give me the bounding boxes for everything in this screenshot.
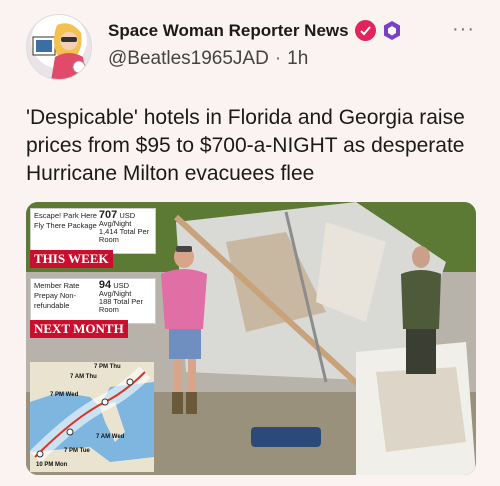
author-name[interactable]: Space Woman Reporter News	[108, 21, 349, 41]
map-label: 7 PM Tue	[64, 448, 90, 454]
verified-icon	[354, 20, 376, 41]
author-handle[interactable]: @Beatles1965JAD	[108, 48, 269, 70]
hurricane-track-map: 7 PM Thu 7 AM Thu 7 PM Wed 7 AM Wed 7 PM…	[30, 362, 154, 472]
rate-name: Member Rate Prepay Non-refundable	[34, 281, 80, 310]
price-panel-next-month: Member Rate Prepay Non-refundable 94 USD…	[30, 278, 156, 324]
post-text: 'Despicable' hotels in Florida and Georg…	[26, 106, 465, 185]
map-label: 7 AM Wed	[96, 434, 125, 440]
package-name: Escape! Park Here Fly There Package	[34, 211, 97, 230]
post-image[interactable]: Escape! Park Here Fly There Package 707 …	[26, 202, 476, 475]
handle-row: @Beatles1965JAD · 1h	[108, 48, 308, 70]
price-total-label: 188 Total Per Room	[98, 297, 143, 314]
post-time[interactable]: 1h	[287, 48, 308, 70]
map-label: 7 PM Wed	[50, 392, 79, 398]
this-week-tag: THIS WEEK	[30, 250, 113, 268]
author-row: Space Woman Reporter News	[108, 20, 402, 41]
author-avatar[interactable]	[26, 14, 92, 80]
subscriber-badge-icon	[383, 21, 400, 40]
map-label: 7 PM Thu	[94, 364, 121, 370]
map-label: 7 AM Thu	[70, 374, 97, 380]
price-total-label: 1,414 Total Per Room	[98, 227, 150, 244]
avatar-illustration	[32, 23, 87, 79]
next-month-tag: NEXT MONTH	[30, 320, 128, 338]
separator-dot: ·	[274, 48, 282, 69]
map-label: 10 PM Mon	[36, 462, 68, 468]
price-panel-this-week: Escape! Park Here Fly There Package 707 …	[30, 208, 156, 254]
more-options-icon[interactable]: ···	[452, 18, 475, 41]
